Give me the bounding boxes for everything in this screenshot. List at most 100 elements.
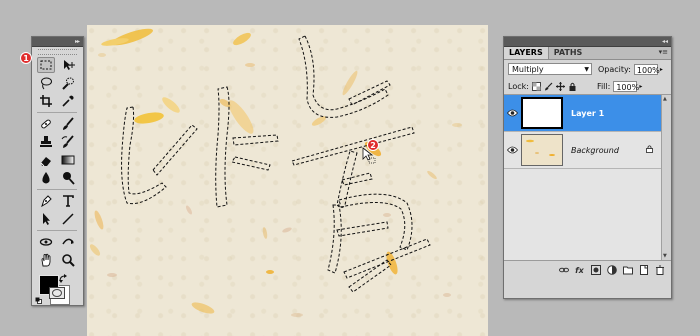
scroll-down-arrow-icon[interactable]: ▼ — [663, 253, 667, 259]
tool-separator — [37, 230, 77, 231]
lock-image-pixels-icon[interactable] — [544, 82, 553, 91]
tools-panel: ▸▸ — [31, 36, 84, 306]
layer-list: Layer 1 Background ▲ ▼ — [504, 95, 671, 261]
layer-name[interactable]: Background — [571, 146, 619, 155]
visibility-eye-icon[interactable] — [504, 146, 520, 154]
lock-position-icon[interactable] — [555, 81, 565, 91]
delete-layer-trash-icon[interactable] — [654, 265, 665, 276]
lock-all-icon[interactable] — [568, 82, 577, 91]
collapse-panel-icon[interactable]: ▸▸ — [75, 38, 83, 45]
spot-healing-brush-tool[interactable] — [37, 116, 55, 132]
crop-icon — [40, 95, 52, 107]
new-adjustment-layer-icon[interactable] — [606, 265, 617, 276]
fill-slider-arrow-icon[interactable]: ▸ — [639, 83, 642, 90]
blur-tool[interactable] — [37, 170, 55, 186]
clone-stamp-tool[interactable] — [37, 134, 55, 150]
tool-separator — [37, 112, 77, 113]
line-icon — [62, 213, 74, 225]
blur-drop-icon — [42, 172, 50, 184]
3d-rotate-icon — [39, 238, 53, 246]
tab-layers[interactable]: LAYERS — [504, 47, 549, 59]
path-selection-icon — [43, 213, 50, 225]
3d-rotate-tool[interactable] — [37, 234, 55, 250]
callout-marker-2: 2 — [367, 139, 379, 151]
blend-mode-value: Multiply — [512, 65, 544, 74]
rectangular-marquee-tool[interactable] — [37, 57, 55, 73]
hand-icon — [41, 253, 51, 267]
fill-field[interactable]: 100% — [613, 80, 639, 92]
move-tool[interactable] — [59, 57, 77, 73]
tool-separator — [37, 189, 77, 190]
bandage-icon — [41, 119, 51, 129]
petal-flecks — [89, 28, 462, 317]
type-icon — [63, 195, 74, 207]
zoom-tool[interactable] — [59, 252, 77, 268]
panel-menu-icon[interactable]: ▾≡ — [659, 48, 668, 56]
panel-tabs: LAYERS PATHS ▾≡ — [504, 47, 671, 60]
eraser-icon — [40, 157, 51, 167]
layers-panel: ◂◂ LAYERS PATHS ▾≡ Multiply ▼ Opacity: 1… — [503, 36, 672, 299]
tab-paths[interactable]: PATHS — [549, 47, 588, 59]
history-brush-icon — [61, 135, 74, 148]
brush-tool[interactable] — [59, 116, 77, 132]
canvas-artwork — [89, 28, 462, 317]
new-layer-icon[interactable] — [638, 265, 649, 276]
history-brush-tool[interactable] — [59, 134, 77, 150]
tools-panel-titlebar[interactable]: ▸▸ — [32, 37, 83, 47]
path-selection-tool[interactable] — [37, 211, 55, 227]
fill-label: Fill: — [596, 81, 611, 91]
stamp-icon — [40, 136, 52, 147]
layers-panel-titlebar[interactable]: ◂◂ — [504, 37, 671, 47]
3d-orbit-icon — [62, 238, 74, 245]
link-layers-icon[interactable] — [558, 265, 569, 276]
opacity-field[interactable]: 100% — [633, 63, 660, 75]
layer-name[interactable]: Layer 1 — [571, 109, 604, 118]
layers-panel-footer: fx — [504, 261, 671, 279]
eyedropper-tool[interactable] — [59, 93, 77, 109]
visibility-eye-icon[interactable] — [504, 109, 520, 117]
new-group-folder-icon[interactable] — [622, 265, 633, 276]
layer-list-scrollbar[interactable]: ▲ ▼ — [661, 95, 671, 260]
quick-mask-button[interactable] — [49, 287, 65, 299]
lock-label: Lock: — [508, 81, 529, 91]
layer-locked-icon — [646, 145, 653, 156]
collapse-panel-icon[interactable]: ◂◂ — [662, 38, 671, 45]
layer-row-background[interactable]: Background — [504, 132, 671, 169]
brush-icon — [63, 117, 74, 130]
default-colors-icon[interactable] — [35, 297, 42, 304]
selection-marquee — [121, 35, 431, 293]
dodge-icon — [63, 172, 75, 185]
eyedropper-icon — [62, 95, 74, 107]
layer-thumbnail — [521, 134, 563, 166]
blend-mode-select[interactable]: Multiply ▼ — [508, 63, 592, 75]
lock-transparent-pixels-icon[interactable] — [531, 81, 541, 91]
dodge-tool[interactable] — [59, 170, 77, 186]
swap-colors-icon[interactable] — [59, 274, 68, 283]
move-icon — [64, 60, 75, 70]
marquee-icon — [40, 60, 52, 70]
gradient-tool[interactable] — [59, 152, 77, 168]
lasso-icon — [41, 77, 52, 90]
quick-mask-icon — [52, 289, 62, 297]
add-layer-mask-icon[interactable] — [590, 265, 601, 276]
callout-marker-1: 1 — [20, 52, 32, 64]
crop-tool[interactable] — [37, 93, 55, 109]
quick-selection-icon — [62, 77, 74, 90]
line-tool[interactable] — [59, 211, 77, 227]
layer-row-layer-1[interactable]: Layer 1 — [504, 95, 671, 132]
lasso-tool[interactable] — [37, 75, 55, 91]
3d-orbit-tool[interactable] — [59, 234, 77, 250]
pen-icon — [41, 195, 52, 208]
document-canvas[interactable] — [87, 25, 488, 336]
layer-style-fx-icon[interactable]: fx — [574, 265, 585, 276]
chevron-down-icon: ▼ — [584, 66, 589, 73]
pen-tool[interactable] — [37, 193, 55, 209]
opacity-slider-arrow-icon[interactable]: ▸ — [660, 66, 663, 73]
eraser-tool[interactable] — [37, 152, 55, 168]
quick-selection-tool[interactable] — [59, 75, 77, 91]
type-tool[interactable] — [59, 193, 77, 209]
scroll-up-arrow-icon[interactable]: ▲ — [663, 96, 667, 102]
magnifier-icon — [62, 254, 75, 267]
hand-tool[interactable] — [37, 252, 55, 268]
gradient-icon — [61, 155, 75, 165]
